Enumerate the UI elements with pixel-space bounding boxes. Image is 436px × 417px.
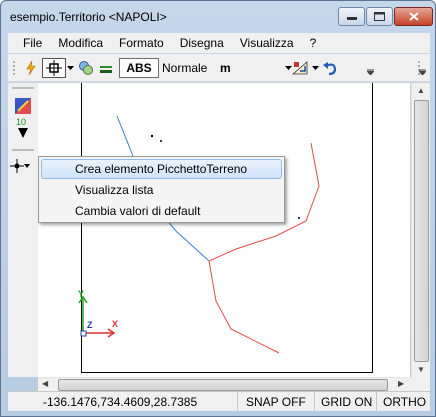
scroll-up-icon[interactable]: ▲ <box>417 86 425 95</box>
axis-x-label: X <box>112 319 119 329</box>
status-coordinates: -136.1476,734.4609,28.7385 <box>8 392 238 412</box>
point-marker <box>150 134 154 138</box>
axes-gizmo <box>78 295 116 338</box>
scroll-left-icon[interactable]: ◀ <box>42 379 48 388</box>
horizontal-scrollbar[interactable]: ◀ ▶ <box>38 377 411 391</box>
horizontal-scroll-thumb[interactable] <box>58 379 388 391</box>
menu-item-show-list[interactable]: Visualizza lista <box>41 180 282 200</box>
point-marker <box>298 217 300 219</box>
scroll-corner <box>411 377 430 391</box>
axis-y-label: Y <box>78 289 85 299</box>
menu-item-change-defaults[interactable]: Cambia valori di default <box>41 201 282 221</box>
app-window: esempio.Territorio <NAPOLI> File Modific… <box>0 0 436 417</box>
point-marker <box>160 140 162 142</box>
status-snap[interactable]: SNAP OFF <box>238 392 315 412</box>
menu-item-create-survey-point[interactable]: Crea elemento PicchettoTerreno <box>41 159 282 179</box>
vertical-scrollbar[interactable]: ▲ ▼ <box>411 83 430 377</box>
scroll-down-icon[interactable]: ▼ <box>417 365 425 374</box>
vertical-scroll-thumb[interactable] <box>414 100 429 362</box>
status-grid[interactable]: GRID ON <box>315 392 377 412</box>
scroll-right-icon[interactable]: ▶ <box>398 379 404 388</box>
status-ortho[interactable]: ORTHO O <box>377 392 430 412</box>
status-bar: -136.1476,734.4609,28.7385 SNAP OFF GRID… <box>8 391 430 412</box>
context-menu: Crea elemento PicchettoTerreno Visualizz… <box>38 156 285 223</box>
axis-z-label: Z <box>87 320 93 330</box>
